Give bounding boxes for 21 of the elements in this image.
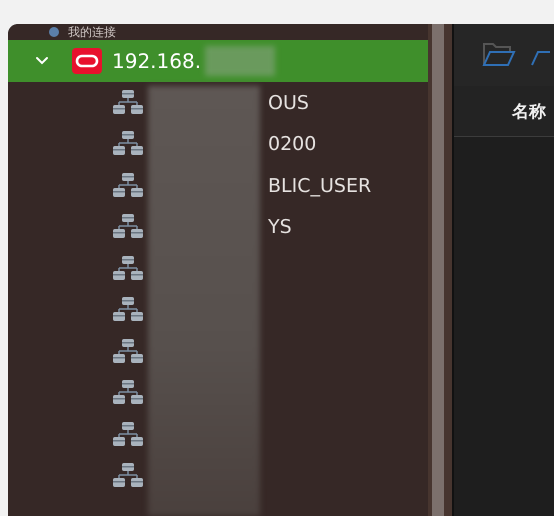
schema-icon	[112, 380, 144, 406]
schema-icon	[112, 338, 144, 365]
database-icon	[72, 48, 102, 74]
schema-icon	[112, 422, 144, 448]
column-header[interactable]: 名称	[512, 100, 546, 122]
schema-icon	[112, 90, 144, 116]
schema-icon	[112, 131, 144, 158]
schema-icon	[112, 463, 144, 490]
connection-item[interactable]: 192.168.	[8, 40, 428, 82]
group-label: 我的连接	[68, 24, 116, 40]
schema-icon	[112, 172, 144, 199]
schema-name[interactable]: OUS	[268, 92, 309, 114]
schema-icon	[112, 256, 144, 282]
schema-name[interactable]: BLIC_USER	[268, 174, 372, 197]
schema-name[interactable]: 0200	[268, 133, 316, 156]
connection-name: 192.168.	[112, 49, 202, 73]
schema-icon	[112, 214, 144, 240]
schema-icon	[112, 297, 144, 324]
folder-icon[interactable]	[482, 41, 516, 69]
schema-name[interactable]: YS	[268, 216, 292, 238]
connection-icon	[48, 26, 60, 38]
